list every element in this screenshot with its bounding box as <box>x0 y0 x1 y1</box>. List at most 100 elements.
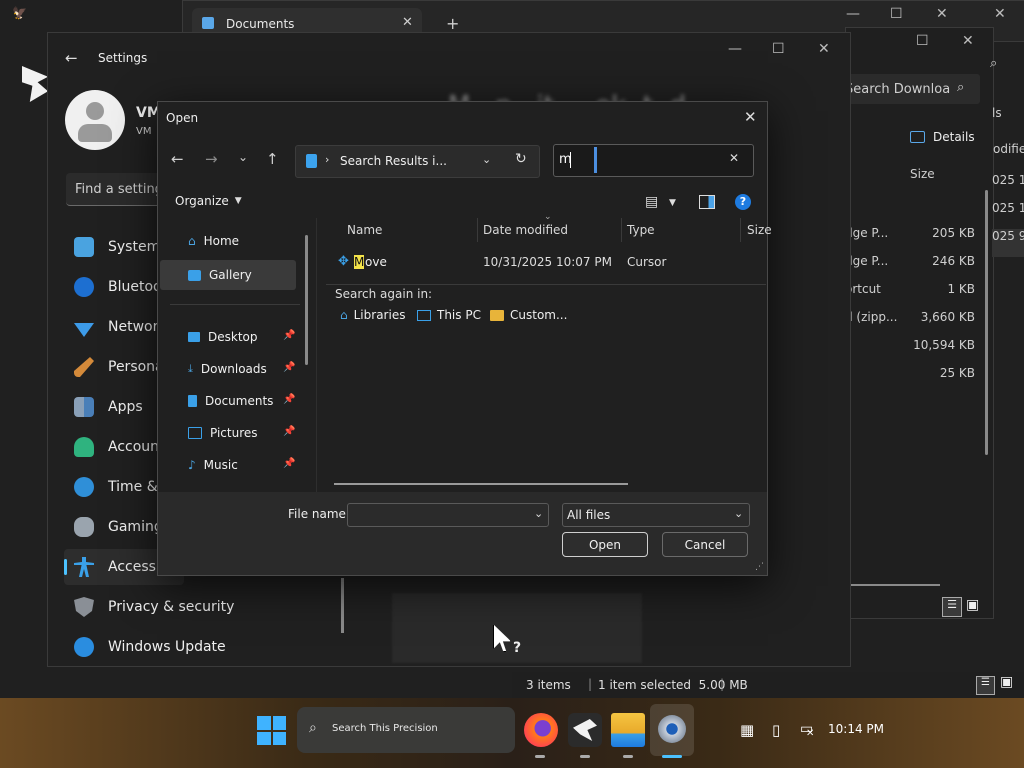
nav-item-downloads[interactable]: ⤓ Downloads <box>188 356 267 382</box>
clear-search-icon[interactable]: ✕ <box>729 151 739 165</box>
back-arrow-icon[interactable]: ← <box>65 49 78 67</box>
downloads-search[interactable]: Search Downloa ⌕ <box>845 74 980 104</box>
close-icon[interactable]: ✕ <box>994 6 1006 22</box>
maximize-icon[interactable]: ☐ <box>772 41 785 57</box>
sidebar-item-apps[interactable]: Apps <box>74 389 143 425</box>
pin-icon[interactable]: 📌 <box>283 394 295 405</box>
item-count: 3 items <box>526 678 571 692</box>
table-row[interactable]: 10,594 KB <box>845 338 985 366</box>
close-icon[interactable]: ✕ <box>744 108 757 126</box>
table-row[interactable]: dge P... 205 KB <box>845 226 985 254</box>
address-bar[interactable]: › Search Results i... ⌄ ↻ <box>295 145 540 178</box>
resize-grip-icon[interactable]: ⋰ <box>755 562 764 572</box>
scrollbar[interactable] <box>985 190 988 455</box>
nav-item-home[interactable]: ⌂ Home <box>188 228 239 254</box>
details-view-icon[interactable]: ☰ <box>976 676 995 695</box>
sidebar-item-label: Apps <box>108 399 143 415</box>
table-row[interactable]: ✥ M ove 10/31/2025 10:07 PM Cursor <box>334 250 764 274</box>
sidebar-item-time[interactable]: Time & <box>74 469 158 505</box>
table-row[interactable]: 25 KB <box>845 366 985 394</box>
maximize-icon[interactable]: ☐ <box>916 33 929 49</box>
system-icon <box>74 237 94 257</box>
details-button[interactable]: Details <box>910 130 975 144</box>
horizontal-scrollbar[interactable] <box>850 584 940 586</box>
sidebar-item-network[interactable]: Network <box>74 309 166 345</box>
taskbar-search[interactable]: ⌕ Search This Precision <box>297 707 515 753</box>
navigation-scrollbar[interactable] <box>305 235 308 365</box>
search-again-libraries[interactable]: ⌂ Libraries <box>340 308 405 322</box>
search-again-custom[interactable]: Custom... <box>490 308 567 322</box>
size-header: Size <box>910 167 935 181</box>
find-setting-input[interactable]: Find a setting <box>66 173 163 206</box>
search-input[interactable]: m ✕ <box>553 144 754 177</box>
content-scrollbar[interactable] <box>341 578 344 633</box>
phone-link-icon[interactable]: ▯ <box>772 721 780 739</box>
help-icon[interactable]: ? <box>735 194 751 210</box>
address-dropdown-icon[interactable]: ⌄ <box>482 153 491 166</box>
clock[interactable]: 10:14 PM <box>828 722 884 736</box>
pin-icon[interactable]: 📌 <box>283 330 295 341</box>
view-options-icon[interactable]: ▤ <box>645 194 658 210</box>
maximize-icon[interactable]: ☐ <box>890 6 903 22</box>
file-type-select[interactable]: All files ⌄ <box>562 503 750 527</box>
firefox-icon[interactable] <box>524 713 558 747</box>
sidebar-item-windows-update[interactable]: Windows Update <box>74 629 226 665</box>
table-row[interactable]: ortcut 1 KB <box>845 282 985 310</box>
close-icon[interactable]: ✕ <box>936 6 948 22</box>
nav-item-desktop[interactable]: Desktop <box>188 324 258 350</box>
thumbnail-view-icon[interactable]: ▣ <box>1000 674 1013 690</box>
close-icon[interactable]: ✕ <box>962 33 974 49</box>
search-again-label: Search again in: <box>335 287 433 301</box>
volume-muted-icon[interactable]: ✕ <box>806 728 814 739</box>
forward-arrow-icon[interactable]: → <box>205 150 218 168</box>
sidebar-item-gaming[interactable]: Gaming <box>74 509 163 545</box>
pin-icon[interactable]: 📌 <box>283 362 295 373</box>
pin-icon[interactable]: 📌 <box>283 458 295 469</box>
column-header-type[interactable]: Type <box>627 223 655 237</box>
sidebar-item-personalization[interactable]: Persona <box>74 349 164 385</box>
details-view-icon[interactable]: ☰ <box>942 597 962 617</box>
close-tab-icon[interactable]: ✕ <box>402 15 413 30</box>
new-tab-icon[interactable]: + <box>446 14 459 33</box>
file-name-label: File name: <box>288 507 350 521</box>
nav-item-documents[interactable]: Documents <box>188 388 273 414</box>
preview-pane-icon[interactable] <box>699 195 715 209</box>
nav-item-music[interactable]: ♪ Music <box>188 452 238 478</box>
nav-item-pictures[interactable]: Pictures <box>188 420 258 446</box>
close-icon[interactable]: ✕ <box>818 41 830 57</box>
recent-locations-chevron-icon[interactable]: ⌄ <box>238 150 248 164</box>
column-header-name[interactable]: Name <box>347 223 382 237</box>
file-type: d (zipp... <box>845 310 898 324</box>
pin-icon[interactable]: 📌 <box>283 426 295 437</box>
horizontal-scrollbar[interactable] <box>334 483 628 485</box>
file-explorer-icon[interactable] <box>611 713 645 747</box>
file-name-rest: ove <box>365 255 387 269</box>
column-header-date[interactable]: Date modified <box>483 223 568 237</box>
back-arrow-icon[interactable]: ← <box>171 150 184 168</box>
chevron-down-icon[interactable]: ▼ <box>669 198 676 208</box>
explorer-status-bar: 3 items | 1 item selected 5.00 MB | ☰ ▣ <box>512 672 1024 698</box>
start-button[interactable] <box>257 716 286 745</box>
thumbnail-view-icon[interactable]: ▣ <box>966 597 979 613</box>
sidebar-item-accounts[interactable]: Account <box>74 429 165 465</box>
table-row[interactable]: d (zipp... 3,660 KB <box>845 310 985 338</box>
sidebar-item-label: Windows Update <box>108 639 226 655</box>
sidebar-item-system[interactable]: System <box>74 229 160 265</box>
cancel-button[interactable]: Cancel <box>662 532 748 557</box>
search-again-this-pc[interactable]: This PC <box>417 308 481 322</box>
column-header-size[interactable]: Size <box>747 223 772 237</box>
refresh-icon[interactable]: ↻ <box>515 151 527 167</box>
open-button[interactable]: Open <box>562 532 648 557</box>
minimize-icon[interactable]: — <box>846 6 860 22</box>
sidebar-item-privacy[interactable]: Privacy & security <box>74 589 234 625</box>
up-arrow-icon[interactable]: ↑ <box>266 150 279 168</box>
sidebar-item-bluetooth[interactable]: Bluetoo <box>74 269 162 305</box>
table-row[interactable]: dge P... 246 KB <box>845 254 985 282</box>
nav-item-gallery[interactable]: Gallery <box>160 260 296 290</box>
minimize-icon[interactable]: — <box>728 41 742 57</box>
avatar[interactable] <box>65 90 125 150</box>
organize-button[interactable]: Organize ▼ <box>175 194 242 208</box>
chevron-down-icon[interactable]: ⌄ <box>534 507 543 520</box>
file-name-input[interactable]: ⌄ <box>347 503 549 527</box>
qr-code-icon[interactable]: ▦ <box>740 721 754 739</box>
